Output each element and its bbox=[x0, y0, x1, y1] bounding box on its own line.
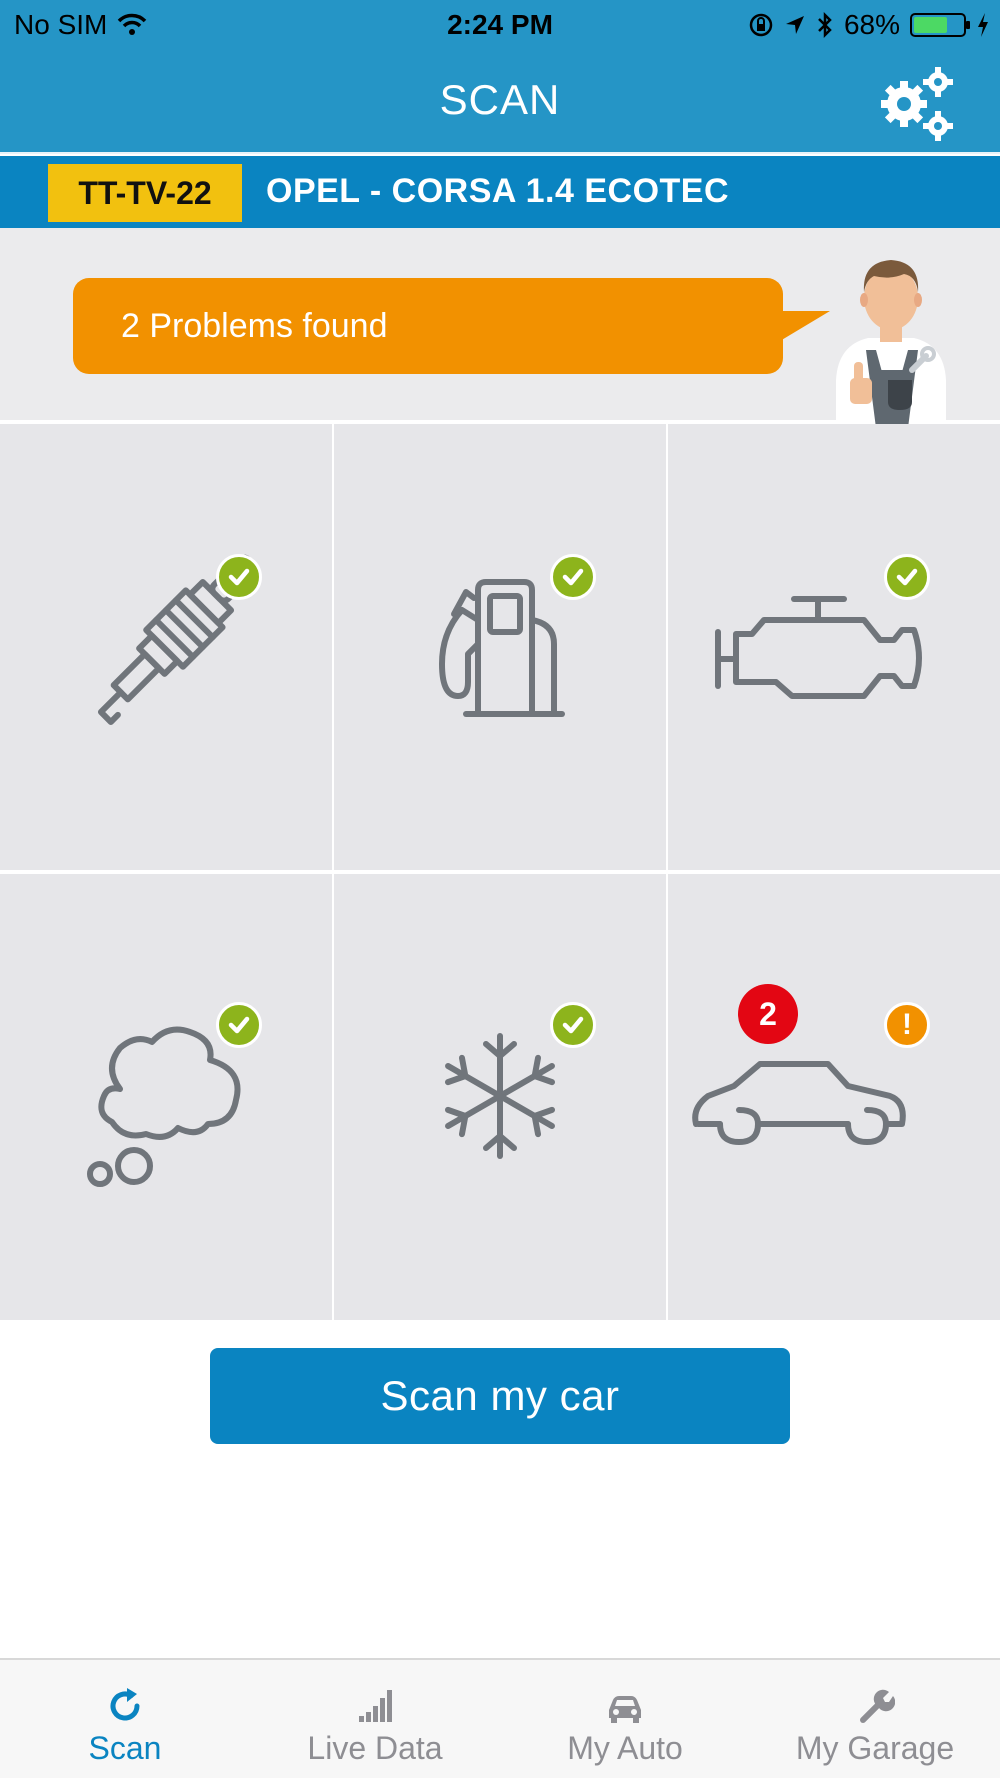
location-arrow-icon bbox=[785, 16, 804, 34]
vehicle-bar: TT-TV-22 OPEL - CORSA 1.4 ECOTEC bbox=[0, 156, 1000, 228]
spark-plug-icon bbox=[97, 554, 259, 725]
refresh-icon bbox=[110, 1688, 140, 1721]
vehicle-name: OPEL - CORSA 1.4 ECOTEC bbox=[266, 172, 730, 210]
category-cell-fuel[interactable] bbox=[334, 424, 666, 870]
tab-bar: Scan Live Data My Auto My Garage bbox=[0, 1658, 1000, 1778]
status-right: 68% bbox=[748, 9, 990, 41]
tab-label-scan: Scan bbox=[88, 1730, 162, 1766]
status-ok-badge bbox=[550, 554, 596, 600]
status-ok-badge bbox=[550, 1002, 596, 1048]
category-cell-ignition[interactable] bbox=[0, 424, 332, 870]
snowflake-icon bbox=[444, 1033, 556, 1159]
exhaust-cloud-icon bbox=[87, 1026, 241, 1187]
check-icon bbox=[562, 1016, 584, 1034]
car-icon bbox=[609, 1696, 641, 1723]
mechanic-avatar-icon bbox=[836, 260, 946, 428]
problems-bubble: 2 Problems found bbox=[73, 278, 783, 374]
check-icon bbox=[228, 568, 250, 586]
fuel-pump-icon bbox=[439, 579, 565, 717]
status-ok-badge bbox=[216, 554, 262, 600]
orientation-lock-icon bbox=[749, 13, 773, 37]
tab-my-garage[interactable]: My Garage bbox=[750, 1660, 1000, 1778]
tab-scan[interactable]: Scan bbox=[0, 1660, 250, 1778]
status-ok-badge bbox=[884, 554, 930, 600]
license-plate: TT-TV-22 bbox=[48, 164, 242, 222]
category-cell-exhaust[interactable] bbox=[0, 874, 332, 1320]
gears-icon bbox=[881, 67, 953, 141]
problem-count-badge: 2 bbox=[738, 984, 798, 1044]
page-title: SCAN bbox=[439, 76, 561, 123]
category-cell-climate[interactable] bbox=[334, 874, 666, 1320]
battery-fill bbox=[914, 17, 947, 33]
tab-label-my-garage: My Garage bbox=[795, 1730, 955, 1766]
charging-bolt-icon bbox=[978, 13, 988, 37]
status-ok-badge bbox=[216, 1002, 262, 1048]
engine-icon bbox=[715, 596, 922, 699]
bluetooth-icon bbox=[818, 11, 832, 39]
problems-message: 2 Problems found bbox=[121, 306, 388, 345]
car-body-icon bbox=[692, 1061, 906, 1145]
check-icon bbox=[562, 568, 584, 586]
tab-my-auto[interactable]: My Auto bbox=[500, 1660, 750, 1778]
battery-percent: 68% bbox=[843, 9, 900, 40]
bubble-tail bbox=[780, 311, 830, 341]
check-icon bbox=[228, 1016, 250, 1034]
warning-badge: ! bbox=[884, 1002, 930, 1048]
status-bar: No SIM 2:24 PM 68% bbox=[0, 0, 1000, 50]
tab-live-data[interactable]: Live Data bbox=[250, 1660, 500, 1778]
tab-label-live-data: Live Data bbox=[307, 1730, 443, 1766]
check-icon bbox=[896, 568, 918, 586]
signal-bars-icon bbox=[359, 1690, 392, 1722]
scan-my-car-button[interactable]: Scan my car bbox=[210, 1348, 790, 1444]
system-grid: 2 ! bbox=[0, 424, 1000, 1320]
settings-button[interactable] bbox=[876, 62, 958, 144]
tab-label-my-auto: My Auto bbox=[567, 1730, 683, 1766]
message-area: 2 Problems found bbox=[0, 228, 1000, 428]
nav-bar: SCAN bbox=[0, 50, 1000, 154]
battery-icon bbox=[910, 13, 970, 37]
wrench-icon bbox=[860, 1689, 895, 1723]
category-cell-engine[interactable] bbox=[668, 424, 1000, 870]
category-cell-body[interactable]: 2 ! bbox=[668, 874, 1000, 1320]
